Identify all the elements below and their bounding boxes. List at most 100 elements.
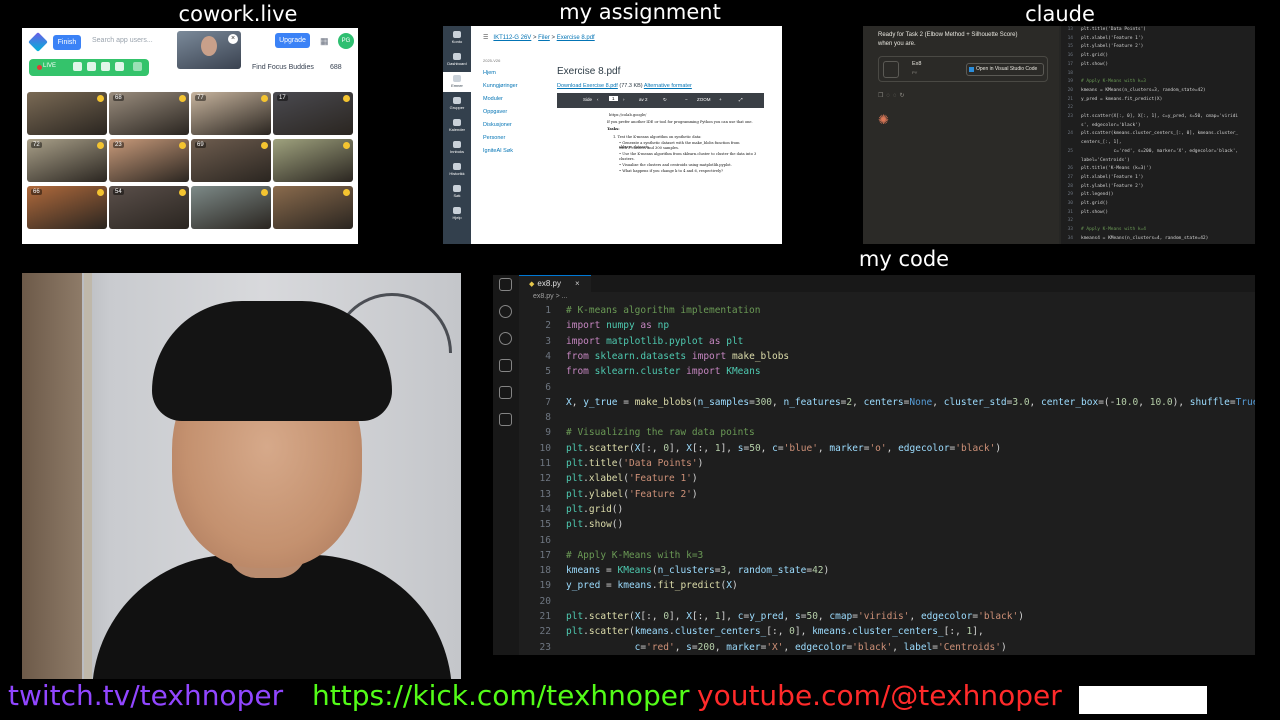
sidebar-item-2[interactable]: Emner — [443, 72, 471, 92]
zoom-in-icon[interactable]: + — [719, 97, 722, 102]
code-token: plt — [566, 519, 584, 531]
status-emoji-icon — [343, 189, 350, 196]
video-tile[interactable]: 68 — [109, 92, 189, 135]
video-tile[interactable]: 66 — [27, 186, 107, 229]
sidebar-item-0[interactable]: Konto — [443, 28, 471, 48]
code-line[interactable]: X, y_true = make_blobs(n_samples=300, n_… — [566, 397, 1255, 408]
sidebar-item-5[interactable]: Innboks — [443, 138, 471, 158]
sidebar-item-7[interactable]: Søk — [443, 182, 471, 202]
course-nav-item[interactable]: Personer — [483, 135, 505, 141]
video-tile[interactable]: 69 — [191, 139, 271, 182]
code-line[interactable]: plt.scatter(X[:, 0], X[:, 1], s=50, c='b… — [566, 443, 1001, 454]
status-emoji-icon — [179, 189, 186, 196]
chevron-down-icon[interactable] — [133, 62, 142, 71]
video-tile[interactable] — [191, 186, 271, 229]
twitch-link[interactable]: twitch.tv/texhnoper — [8, 679, 283, 712]
mic-icon[interactable] — [87, 62, 96, 71]
video-tile[interactable] — [273, 139, 353, 182]
code-line[interactable]: plt.show() — [566, 519, 623, 530]
sidebar-item-3[interactable]: Grupper — [443, 94, 471, 114]
code-line[interactable]: import numpy as np — [566, 320, 669, 331]
code-line[interactable]: # Visualizing the raw data points — [566, 427, 755, 438]
video-tile[interactable]: 17 — [273, 92, 353, 135]
sidebar-item-4[interactable]: Kalender — [443, 116, 471, 136]
code-line[interactable]: from sklearn.datasets import make_blobs — [566, 351, 789, 362]
course-nav-item[interactable]: Diskusjoner — [483, 122, 512, 128]
sidebar-item-8[interactable]: Hjelp — [443, 204, 471, 224]
code-line[interactable]: plt.xlabel('Feature 1') — [566, 473, 698, 484]
grid-icon[interactable]: ▦ — [320, 36, 330, 46]
code-line[interactable]: plt.scatter(kmeans.cluster_centers_[:, 0… — [566, 626, 984, 637]
video-tile[interactable]: 23 — [109, 139, 189, 182]
code-line[interactable]: # Apply K-Means with k=3 — [566, 550, 703, 561]
hamburger-icon[interactable]: ☰ — [483, 35, 488, 41]
code-line[interactable]: plt.title('Data Points') — [566, 458, 703, 469]
code-line[interactable]: c='red', s=200, marker='X', edgecolor='b… — [566, 642, 1007, 653]
video-tile[interactable] — [273, 186, 353, 229]
retry-icon[interactable]: ↻ — [900, 93, 908, 99]
close-icon[interactable]: × — [228, 34, 238, 44]
code-line[interactable]: import matplotlib.pyplot as plt — [566, 336, 743, 347]
download-link[interactable]: Download Exercise 8.pdf — [557, 83, 618, 89]
kick-link[interactable]: https://kick.com/texhnoper — [312, 679, 690, 712]
find-buddies-button[interactable]: Find Focus Buddies — [252, 64, 314, 71]
explorer-icon[interactable] — [499, 278, 512, 291]
video-tile[interactable]: 54 — [109, 186, 189, 229]
open-vscode-button[interactable]: Open in Visual Studio Code — [966, 63, 1044, 76]
extensions-icon[interactable] — [499, 386, 512, 399]
code-token: 200 — [697, 641, 715, 653]
camera-icon[interactable] — [73, 62, 82, 71]
code-token: 50 — [806, 611, 818, 622]
code-token: grid — [588, 503, 612, 515]
alt-formats-link[interactable]: Alternative formater — [644, 83, 692, 89]
chevron-left-icon[interactable]: ‹ — [597, 97, 599, 102]
rotate-icon[interactable]: ↻ — [663, 97, 667, 103]
settings-icon[interactable] — [115, 62, 124, 71]
upgrade-button[interactable]: Upgrade — [275, 33, 310, 48]
file-attachment[interactable]: Ex8 PY Open in Visual Studio Code — [878, 56, 1048, 82]
code-line[interactable]: # K-means algorithm implementation — [566, 305, 760, 316]
avatar[interactable]: PG — [338, 33, 354, 49]
course-nav-item[interactable]: Hjem — [483, 70, 496, 76]
pdf-page-input[interactable]: 1 — [609, 96, 618, 101]
course-nav-item[interactable]: IgniteAI Søk — [483, 148, 513, 154]
code-line: label='Centroids') — [1081, 157, 1130, 163]
tools-icon[interactable] — [101, 62, 110, 71]
line-number: 14 — [539, 503, 551, 515]
search-input[interactable]: Search app users... — [92, 37, 153, 44]
breadcrumb-file[interactable]: Exercise 8.pdf — [557, 35, 595, 41]
sidebar-item-6[interactable]: Historikk — [443, 160, 471, 180]
chevron-right-icon[interactable]: › — [623, 97, 625, 102]
thumbs-up-icon[interactable]: ◌ — [886, 93, 893, 99]
course-nav-item[interactable]: Oppgaver — [483, 109, 507, 115]
line-number: 13 — [539, 488, 551, 500]
course-nav-item[interactable]: Kunngjøringer — [483, 83, 518, 89]
sidebar-item-1[interactable]: Dashboard — [443, 50, 471, 70]
thumbs-down-icon[interactable]: ◌ — [893, 93, 900, 99]
search-icon[interactable] — [499, 305, 512, 318]
fullscreen-icon[interactable]: ⤢ — [739, 97, 743, 102]
code-line[interactable]: y_pred = kmeans.fit_predict(X) — [566, 580, 738, 591]
breadcrumb-course[interactable]: IKT112-G 26V — [493, 35, 531, 41]
source-control-icon[interactable] — [499, 332, 512, 345]
breadcrumb[interactable]: ex8.py > ... — [533, 293, 567, 300]
tab-ex8[interactable]: ◆ ex8.py × — [519, 275, 591, 292]
close-tab-icon[interactable]: × — [575, 276, 580, 292]
code-line[interactable]: from sklearn.cluster import KMeans — [566, 366, 761, 377]
code-token: cluster_std — [943, 396, 1007, 408]
video-tile[interactable] — [27, 92, 107, 135]
youtube-link[interactable]: youtube.com/@texhnoper — [697, 679, 1062, 712]
code-line[interactable]: plt.grid() — [566, 504, 623, 515]
breadcrumb-files[interactable]: Filer — [538, 35, 550, 41]
line-number: 25 — [1067, 148, 1073, 154]
course-nav-item[interactable]: Moduler — [483, 96, 503, 102]
video-tile[interactable]: 72 — [27, 139, 107, 182]
run-debug-icon[interactable] — [499, 359, 512, 372]
code-line[interactable]: kmeans = KMeans(n_clusters=3, random_sta… — [566, 565, 829, 576]
finish-button[interactable]: Finish — [53, 35, 81, 50]
testing-icon[interactable] — [499, 413, 512, 426]
zoom-out-icon[interactable]: − — [685, 97, 688, 102]
video-tile[interactable]: 77 — [191, 92, 271, 135]
code-line[interactable]: plt.scatter(X[:, 0], X[:, 1], c=y_pred, … — [566, 611, 1024, 622]
code-line[interactable]: plt.ylabel('Feature 2') — [566, 489, 698, 500]
